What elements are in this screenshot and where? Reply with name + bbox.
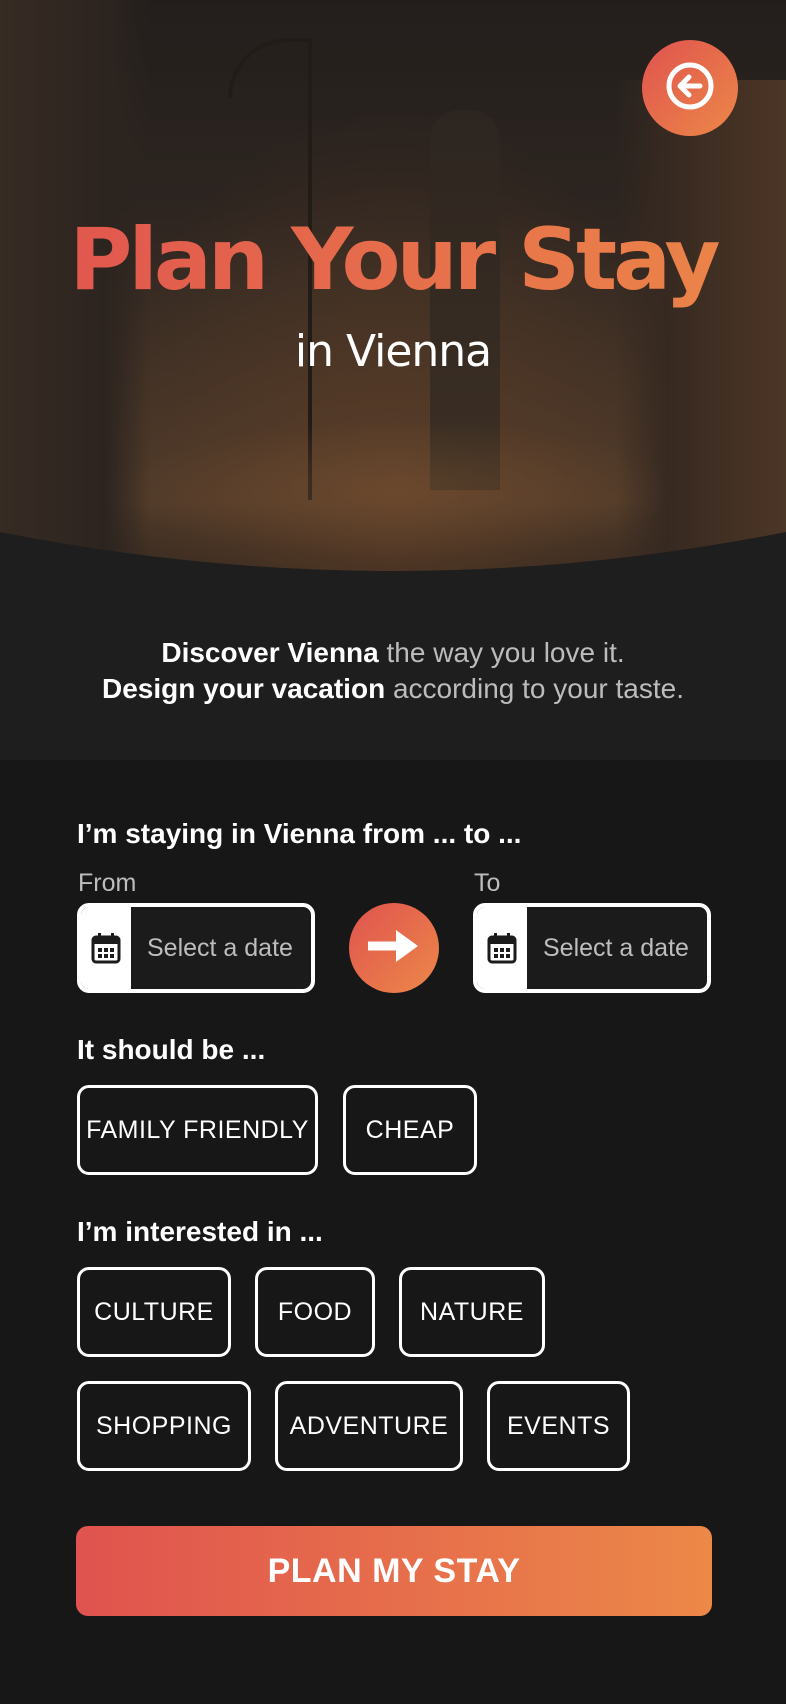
intro-line-1-rest: the way you love it.	[378, 637, 625, 668]
hero-bottom-curve	[0, 532, 786, 590]
intro-text: Discover Vienna the way you love it. Des…	[0, 590, 786, 760]
intro-line-2: Design your vacation according to your t…	[0, 671, 786, 707]
to-label: To	[474, 869, 501, 897]
page-title: Plan Your Stay	[0, 210, 786, 310]
hero-section: Plan Your Stay in Vienna	[0, 0, 786, 590]
option-nature[interactable]: NATURE	[399, 1267, 545, 1357]
to-date-placeholder: Select a date	[543, 933, 689, 962]
option-family-friendly[interactable]: FAMILY FRIENDLY	[77, 1085, 318, 1175]
page-subtitle: in Vienna	[294, 326, 492, 377]
calendar-icon	[477, 907, 527, 989]
should-be-question: It should be ...	[77, 1034, 266, 1065]
option-culture[interactable]: CULTURE	[77, 1267, 231, 1357]
intro-line-1-bold: Discover Vienna	[161, 637, 379, 668]
dates-question: I’m staying in Vienna from ... to ...	[77, 818, 522, 849]
from-date-placeholder: Select a date	[147, 933, 293, 962]
arrow-right-icon	[366, 926, 422, 971]
date-range-arrow	[349, 903, 439, 993]
option-cheap[interactable]: CHEAP	[343, 1085, 477, 1175]
from-label: From	[78, 869, 137, 897]
intro-line-2-rest: according to your taste.	[385, 673, 684, 704]
interests-question: I’m interested in ...	[77, 1216, 323, 1247]
option-food[interactable]: FOOD	[255, 1267, 375, 1357]
calendar-icon	[81, 907, 131, 989]
intro-line-2-bold: Design your vacation	[101, 673, 386, 704]
plan-my-stay-button[interactable]: PLAN MY STAY	[76, 1526, 712, 1616]
intro-line-1: Discover Vienna the way you love it.	[0, 635, 786, 671]
option-shopping[interactable]: SHOPPING	[77, 1381, 251, 1471]
arrow-left-circle-icon	[664, 60, 716, 117]
option-adventure[interactable]: ADVENTURE	[275, 1381, 463, 1471]
from-date-field[interactable]: Select a date	[77, 903, 315, 993]
to-date-field[interactable]: Select a date	[473, 903, 711, 993]
option-events[interactable]: EVENTS	[487, 1381, 630, 1471]
back-button[interactable]	[642, 40, 738, 136]
